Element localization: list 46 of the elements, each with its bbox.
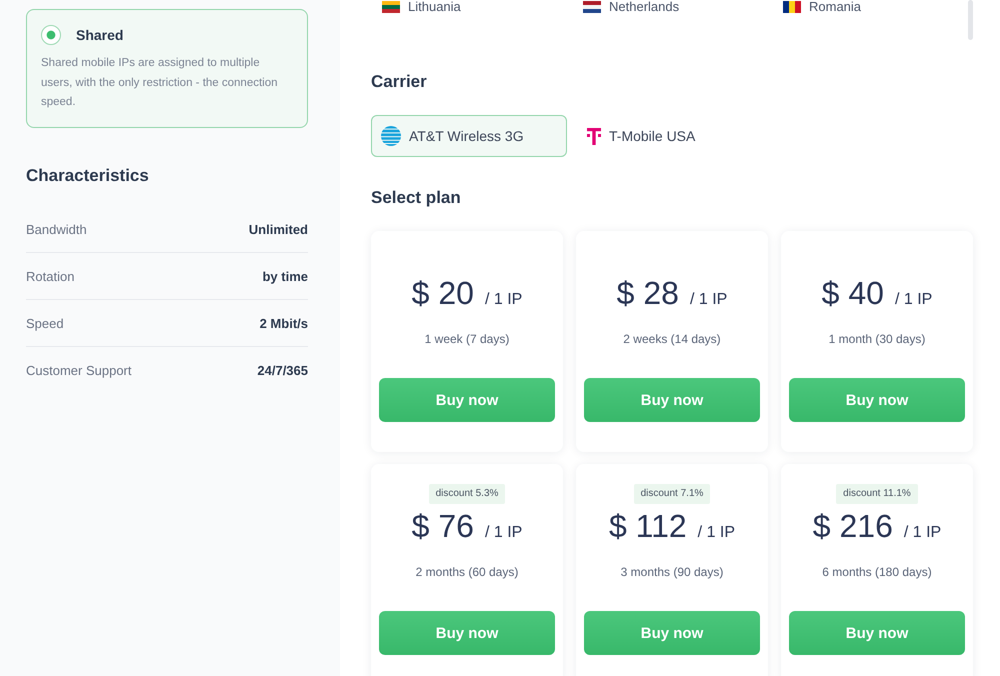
price-unit: / 1 IP xyxy=(894,290,932,310)
plan-price: $ 216 xyxy=(812,507,893,546)
globe-icon xyxy=(381,126,401,146)
plan-duration: 2 months (60 days) xyxy=(416,564,518,580)
carrier-option[interactable]: AT&T Wireless 3G xyxy=(371,115,567,157)
carrier-option[interactable]: T-Mobile USA xyxy=(587,128,696,144)
price-unit: / 1 IP xyxy=(690,290,728,310)
plan-price: $ 20 xyxy=(412,274,474,313)
section-heading: Characteristics xyxy=(26,166,150,186)
plan-duration: 3 months (90 days) xyxy=(620,564,724,580)
discount-tag: discount 5.3% xyxy=(428,484,506,504)
plan-price: $ 112 xyxy=(608,507,687,546)
characteristic-label: Rotation xyxy=(26,268,74,284)
characteristic-value: 2 Mbit/s xyxy=(260,316,308,330)
characteristic-value: by time xyxy=(262,268,308,284)
proxy-type-card[interactable]: Shared Shared mobile IPs are assigned to multiple users, with the only restriction - the connection speed. xyxy=(26,9,308,128)
section-heading: Carrier xyxy=(371,72,428,92)
characteristic-label: Bandwidth xyxy=(26,222,87,236)
discount-tag: discount 11.1% xyxy=(836,484,918,504)
characteristic-value: 24/7/365 xyxy=(257,363,308,378)
characteristic-value: Unlimited xyxy=(248,222,308,236)
plan-price: $ 28 xyxy=(616,274,679,313)
flag-icon xyxy=(783,0,801,12)
country-option[interactable]: Lithuania xyxy=(382,0,461,13)
country-option[interactable]: Romania xyxy=(783,0,862,13)
scrollbar-thumb[interactable] xyxy=(968,0,973,40)
price-unit: / 1 IP xyxy=(904,523,942,543)
proxy-type-description: Shared mobile IPs are assigned to multiple users, with the only restriction - the connection speed. xyxy=(41,56,279,110)
country-option[interactable]: Netherlands xyxy=(583,0,680,13)
radio-button[interactable] xyxy=(41,25,61,45)
plan-price: $ 76 xyxy=(412,507,474,546)
section-heading: Select plan xyxy=(371,188,462,208)
price-unit: / 1 IP xyxy=(698,523,736,543)
plan-duration: 2 weeks (14 days) xyxy=(623,331,721,347)
proxy-type-title: Shared xyxy=(76,26,124,45)
discount-tag: discount 7.1% xyxy=(634,484,710,504)
plan-duration: 6 months (180 days) xyxy=(822,564,932,580)
price-unit: / 1 IP xyxy=(484,523,522,543)
plan-price: $ 40 xyxy=(822,274,884,313)
flag-icon xyxy=(382,0,400,12)
price-unit: / 1 IP xyxy=(484,290,522,310)
plan-duration: 1 month (30 days) xyxy=(828,331,926,347)
plan-duration: 1 week (7 days) xyxy=(424,331,510,347)
characteristic-label: Speed xyxy=(26,316,64,330)
characteristic-label: Customer Support xyxy=(26,363,132,378)
t-logo-icon xyxy=(587,128,601,144)
